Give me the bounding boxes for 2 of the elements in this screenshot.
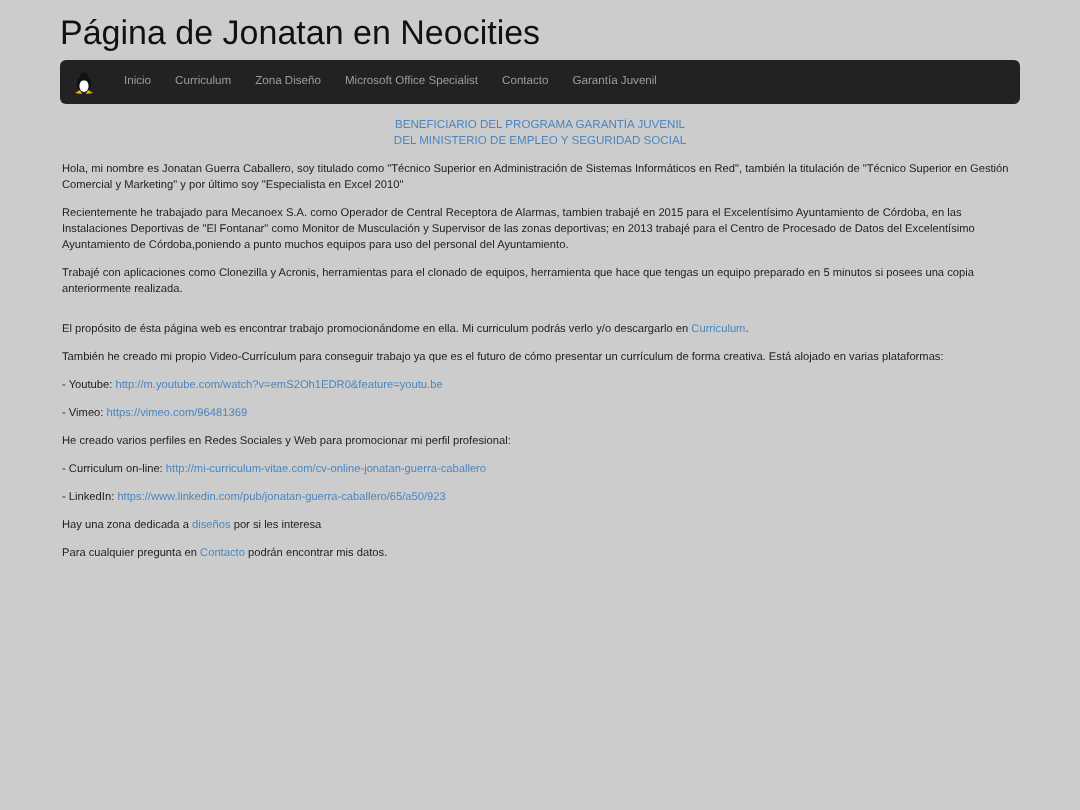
page-title: Página de Jonatan en Neocities <box>60 14 541 54</box>
penguin-icon[interactable] <box>72 70 96 94</box>
